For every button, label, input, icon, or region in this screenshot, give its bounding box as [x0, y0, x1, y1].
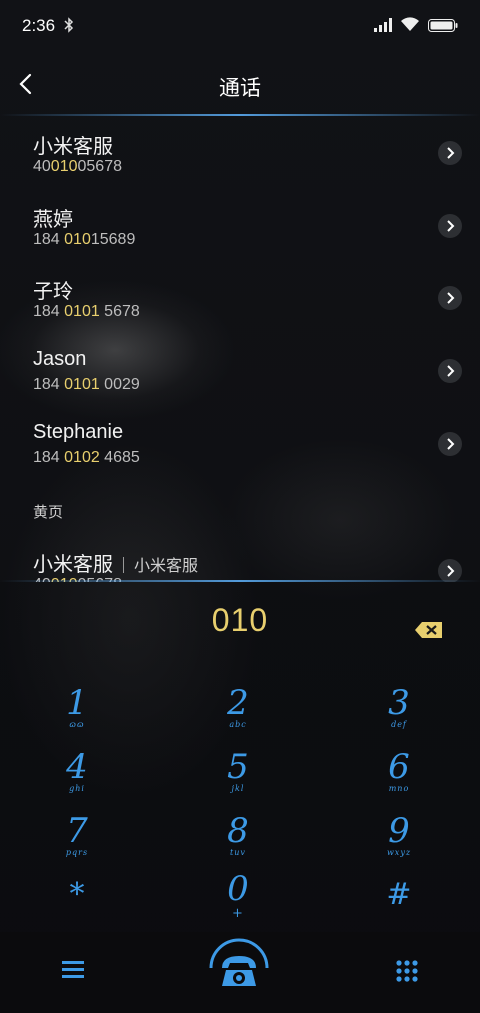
contact-item[interactable]: 燕婷 184 01015689: [0, 189, 480, 261]
dial-key-7[interactable]: 7 pqrs: [27, 812, 127, 874]
contact-number: 184 0101 0029: [33, 376, 140, 393]
header-bar: 通话: [0, 52, 480, 116]
section-header-yellow-pages: 黄页: [33, 504, 64, 521]
dialpad-divider: [0, 580, 480, 582]
signal-icon: [374, 18, 392, 32]
dial-key-8[interactable]: 8 tuv: [188, 812, 288, 874]
contact-name: 小米客服: [33, 136, 113, 158]
chevron-right-icon[interactable]: [438, 214, 462, 238]
status-time: 2:36: [22, 16, 56, 35]
menu-icon[interactable]: [62, 960, 84, 978]
call-button[interactable]: [204, 938, 274, 998]
chevron-right-icon[interactable]: [438, 286, 462, 310]
dial-key-2[interactable]: 2 abc: [188, 684, 288, 746]
contact-item[interactable]: 子玲 184 0101 5678: [0, 261, 480, 333]
page-title: 通话: [219, 77, 261, 100]
chevron-right-icon[interactable]: [438, 359, 462, 383]
contact-name: Jason: [33, 348, 87, 370]
dial-key-6[interactable]: 6 mno: [349, 748, 449, 810]
dial-key-9[interactable]: 9 wxyz: [349, 812, 449, 874]
bluetooth-icon: [64, 17, 74, 36]
contact-list: 小米客服 4001005678 燕婷 184 01015689 子玲 184 0…: [0, 116, 480, 582]
dial-key-4[interactable]: 4 ghi: [27, 748, 127, 810]
contact-number: 184 01015689: [33, 231, 136, 248]
dial-key-3[interactable]: 3 def: [349, 684, 449, 746]
yellow-page-name: 小米客服 小米客服: [33, 554, 199, 576]
contact-number: 184 0102 4685: [33, 449, 140, 466]
wifi-icon: [400, 16, 420, 32]
yellow-page-item[interactable]: 小米客服小米客服 4001005678: [0, 534, 480, 582]
backspace-icon[interactable]: [414, 621, 444, 639]
dial-key-1[interactable]: 1 ɷɷ: [27, 684, 127, 746]
contact-name: 子玲: [33, 281, 73, 303]
contact-number: 4001005678: [33, 158, 122, 175]
contact-item[interactable]: 小米客服 4001005678: [0, 116, 480, 188]
dial-key-star[interactable]: *: [27, 876, 127, 938]
dialpad-toggle-icon[interactable]: [396, 960, 418, 982]
contact-name: 燕婷: [33, 209, 73, 231]
dial-key-hash[interactable]: #: [349, 876, 449, 938]
contact-name: Stephanie: [33, 421, 124, 443]
dialed-number: 010: [211, 602, 269, 638]
chevron-right-icon[interactable]: [438, 141, 462, 165]
battery-icon: [428, 19, 458, 32]
dial-key-0[interactable]: 0 +: [188, 870, 288, 932]
dial-key-5[interactable]: 5 jkl: [188, 748, 288, 810]
chevron-right-icon[interactable]: [438, 432, 462, 456]
chevron-right-icon[interactable]: [438, 559, 462, 582]
contact-item[interactable]: Stephanie 184 0102 4685: [0, 407, 480, 479]
status-bar: 2:36: [0, 0, 480, 52]
contact-item[interactable]: Jason 184 0101 0029: [0, 334, 480, 406]
contact-number: 184 0101 5678: [33, 303, 140, 320]
yellow-page-category: 小米客服: [134, 558, 199, 575]
